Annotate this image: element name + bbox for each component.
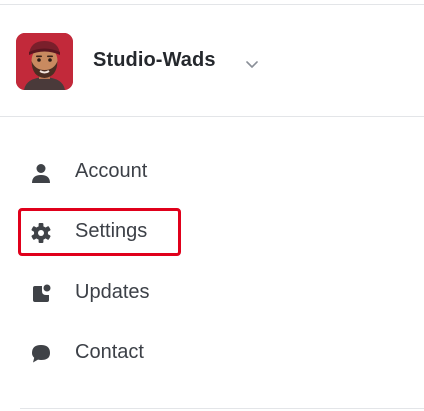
avatar[interactable] bbox=[16, 33, 73, 90]
workspace-name[interactable]: Studio-Wads bbox=[93, 49, 216, 72]
menu-item-updates[interactable]: Updates bbox=[20, 272, 400, 316]
menu-item-label: Contact bbox=[75, 341, 144, 363]
menu-item-label: Updates bbox=[75, 281, 150, 303]
chat-bubble-icon bbox=[32, 345, 50, 363]
updates-icon bbox=[33, 284, 51, 302]
workspace-header: Studio-Wads bbox=[0, 5, 424, 116]
gear-icon bbox=[31, 223, 51, 243]
header-divider bbox=[0, 116, 424, 117]
bottom-divider bbox=[20, 408, 424, 409]
menu-item-label: Settings bbox=[75, 220, 148, 242]
menu-item-label: Account bbox=[75, 160, 148, 182]
menu-item-account[interactable]: Account bbox=[20, 151, 400, 195]
memoji-avatar-icon bbox=[16, 33, 73, 90]
menu-item-contact[interactable]: Contact bbox=[20, 332, 400, 376]
person-icon bbox=[32, 164, 50, 183]
chevron-down-icon[interactable] bbox=[244, 59, 260, 71]
menu-item-settings[interactable]: Settings bbox=[20, 211, 400, 255]
